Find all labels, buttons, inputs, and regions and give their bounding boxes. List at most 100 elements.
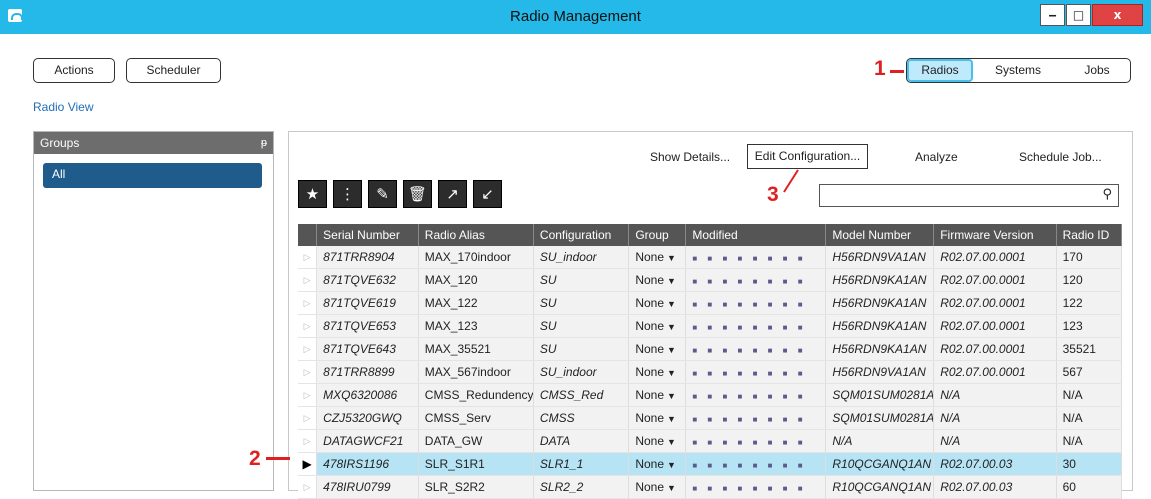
annotation-1-line [890,70,904,73]
open-external-icon[interactable]: ↗ [438,180,467,208]
serial-number-cell: 478IRU0799 [316,475,419,499]
schedule-job-button[interactable]: Schedule Job... [1019,150,1102,164]
edit-configuration-button[interactable]: Edit Configuration... [747,144,868,169]
scheduler-button[interactable]: Scheduler [126,58,221,83]
group-select[interactable]: None ▼ [628,314,687,338]
radio-id-cell: 567 [1056,360,1123,384]
group-select[interactable]: None ▼ [628,429,687,453]
model-number-cell: SQM01SUM0281A [825,383,935,407]
row-indicator-icon: ▷ [298,383,318,407]
row-indicator-icon: ▷ [298,246,318,269]
export-icon[interactable]: ↙ [473,180,502,208]
breadcrumb[interactable]: Radio View [33,100,93,114]
firmware-version-cell: R02.07.00.0001 [933,314,1057,338]
tab-jobs[interactable]: Jobs [1067,59,1127,82]
header-configuration[interactable]: Configuration [533,224,630,246]
row-indicator-icon: ▷ [298,406,318,430]
group-value: None [635,273,664,287]
chevron-down-icon[interactable]: ▼ [667,345,676,355]
analyze-button[interactable]: Analyze [915,150,958,164]
model-number-cell: R10QCGANQ1AN [825,475,935,499]
chevron-down-icon[interactable]: ▼ [667,414,676,424]
table-row[interactable]: ▷ 871TQVE643 MAX_35521 SU None ▼ ■ ■ ■ ■ ■ ■ ■… [298,337,1123,361]
table-row[interactable]: ▶ 478IRS1196 SLR_S1R1 SLR1_1 None ▼ ■ ■ ■ ■ ■ … [298,452,1123,476]
firmware-version-cell: R02.07.00.0001 [933,268,1057,292]
maximize-button[interactable]: □ [1066,4,1091,26]
group-select[interactable]: None ▼ [628,452,687,476]
actions-button[interactable]: Actions [33,58,115,83]
table-row[interactable]: ▷ DATAGWCF21 DATA_GW DATA None ▼ ■ ■ ■ ■ ■ ■ ■… [298,429,1123,453]
tab-radios[interactable]: Radios [907,59,973,82]
header-model-number[interactable]: Model Number [825,224,935,246]
modified-indicator: ■ ■ ■ ■ ■ ■ ■ ■ [685,337,827,361]
chevron-down-icon[interactable]: ▼ [667,253,676,263]
header-radio-alias[interactable]: Radio Alias [418,224,534,246]
group-select[interactable]: None ▼ [628,383,687,407]
table-row[interactable]: ▷ 871TQVE653 MAX_123 SU None ▼ ■ ■ ■ ■ ■ ■ ■ ■… [298,314,1123,338]
firmware-version-cell: R02.07.00.0001 [933,246,1057,269]
favorite-icon[interactable]: ★ [298,180,327,208]
table-row[interactable]: ▷ 478IRU0799 SLR_S2R2 SLR2_2 None ▼ ■ ■ ■ ■ ■ … [298,475,1123,499]
close-button[interactable]: x [1092,4,1143,26]
annotation-2-line [266,457,290,460]
table-row[interactable]: ▷ CZJ5320GWQ CMSS_Serv CMSS None ▼ ■ ■ ■ ■ ■ ■… [298,406,1123,430]
serial-number-cell: 871TQVE653 [316,314,419,338]
group-select[interactable]: None ▼ [628,291,687,315]
radio-id-cell: N/A [1056,383,1123,407]
group-select[interactable]: None ▼ [628,406,687,430]
pin-icon[interactable]: ᵽ [261,132,267,154]
row-indicator-icon: ▷ [298,360,318,384]
tab-systems[interactable]: Systems [983,59,1053,82]
radio-alias-cell: MAX_35521 [418,337,534,361]
chevron-down-icon[interactable]: ▼ [667,299,676,309]
table-row[interactable]: ▷ 871TQVE632 MAX_120 SU None ▼ ■ ■ ■ ■ ■ ■ ■ ■… [298,268,1123,292]
group-value: None [635,250,664,264]
configuration-cell: SU [533,291,630,315]
header-serial-number[interactable]: Serial Number [316,224,419,246]
edit-icon[interactable]: ✎ [368,180,397,208]
header-group[interactable]: Group [628,224,687,246]
group-item-all[interactable]: All [43,163,262,188]
minimize-button[interactable]: ‒ [1040,4,1065,26]
group-value: None [635,434,664,448]
table-header: Serial Number Radio Alias Configuration … [298,224,1123,246]
table-row[interactable]: ▷ MXQ6320086 CMSS_Redundency CMSS_Red None ▼ ■… [298,383,1123,407]
group-select[interactable]: None ▼ [628,337,687,361]
group-select[interactable]: None ▼ [628,475,687,499]
delete-icon[interactable]: 🗑 [403,180,432,208]
search-icon[interactable]: ⚲ [1102,187,1112,202]
model-number-cell: H56RDN9KA1AN [825,268,935,292]
show-details-button[interactable]: Show Details... [650,150,730,164]
chevron-down-icon[interactable]: ▼ [667,437,676,447]
table-row[interactable]: ▷ 871TQVE619 MAX_122 SU None ▼ ■ ■ ■ ■ ■ ■ ■ ■… [298,291,1123,315]
group-select[interactable]: None ▼ [628,246,687,269]
more-icon[interactable]: ⋮ [333,180,362,208]
group-select[interactable]: None ▼ [628,268,687,292]
radio-alias-cell: MAX_567indoor [418,360,534,384]
configuration-cell: SLR2_2 [533,475,630,499]
radio-alias-cell: MAX_120 [418,268,534,292]
row-indicator-icon: ▷ [298,337,318,361]
serial-number-cell: 871TRR8904 [316,246,419,269]
header-modified[interactable]: Modified [685,224,827,246]
header-firmware-version[interactable]: Firmware Version [933,224,1057,246]
serial-number-cell: 871TQVE619 [316,291,419,315]
group-value: None [635,388,664,402]
header-radio-id[interactable]: Radio ID [1056,224,1123,246]
search-input[interactable]: ⚲ [819,184,1119,207]
chevron-down-icon[interactable]: ▼ [667,368,676,378]
firmware-version-cell: R02.07.00.0001 [933,360,1057,384]
radio-id-cell: 122 [1056,291,1123,315]
table-row[interactable]: ▷ 871TRR8899 MAX_567indoor SU_indoor None ▼ ■ … [298,360,1123,384]
table-row[interactable]: ▷ 871TRR8904 MAX_170indoor SU_indoor None ▼ ■ … [298,246,1123,269]
chevron-down-icon[interactable]: ▼ [667,391,676,401]
modified-indicator: ■ ■ ■ ■ ■ ■ ■ ■ [685,291,827,315]
group-select[interactable]: None ▼ [628,360,687,384]
group-value: None [635,411,664,425]
chevron-down-icon[interactable]: ▼ [667,276,676,286]
chevron-down-icon[interactable]: ▼ [667,322,676,332]
chevron-down-icon[interactable]: ▼ [667,460,676,470]
group-value: None [635,365,664,379]
serial-number-cell: 871TRR8899 [316,360,419,384]
radio-id-cell: 35521 [1056,337,1123,361]
